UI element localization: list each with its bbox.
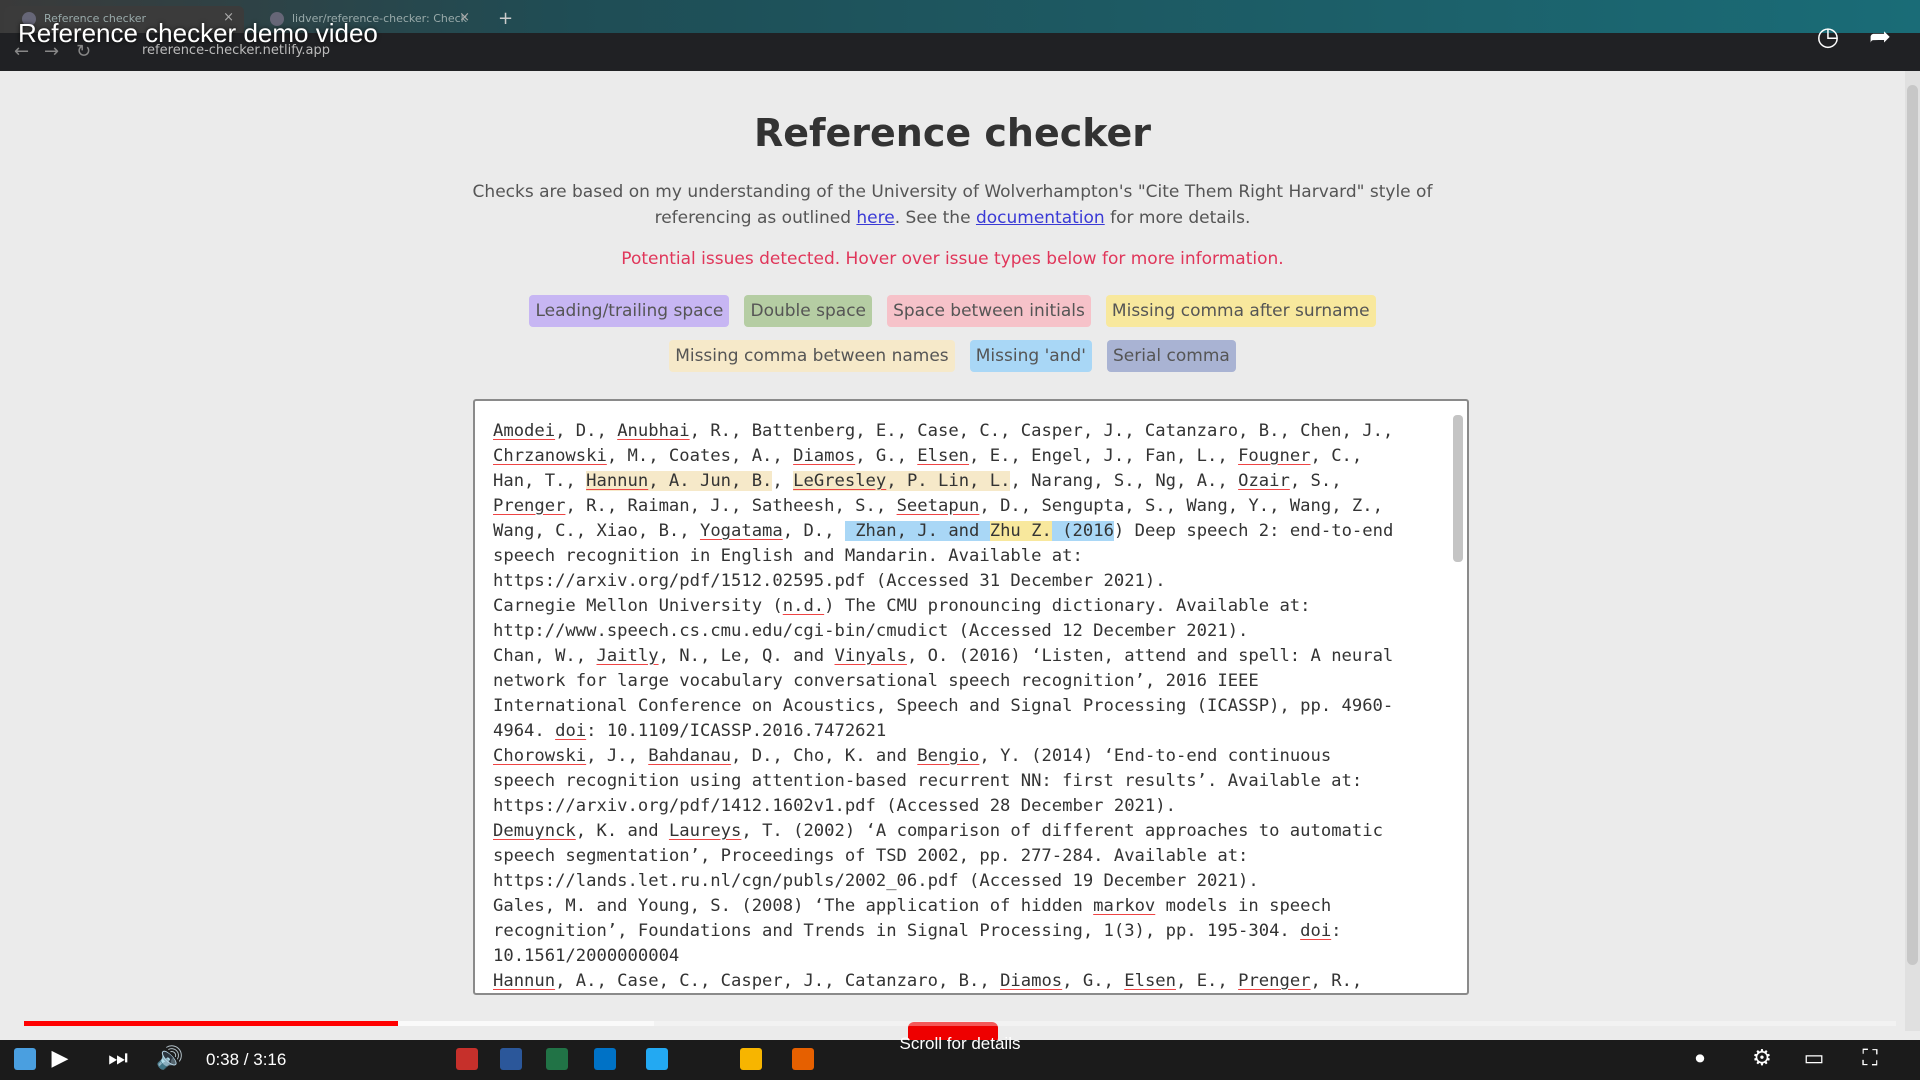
next-icon[interactable]: ⏭ — [100, 1041, 136, 1077]
vscode-icon[interactable] — [646, 1048, 668, 1070]
intro-part: . See the — [894, 208, 976, 228]
tag-missing-comma-between-names[interactable]: Missing comma between names — [669, 340, 955, 372]
volume-icon[interactable]: 🔊 — [152, 1041, 188, 1077]
powerpoint-icon[interactable] — [456, 1048, 478, 1070]
reference-text[interactable]: Amodei, D., Anubhai, R., Battenberg, E.,… — [493, 419, 1443, 993]
scroll-hint[interactable]: Scroll for details — [860, 1034, 1060, 1054]
intro-part: for more details. — [1104, 208, 1251, 228]
tag-missing-comma-after-surname[interactable]: Missing comma after surname — [1105, 295, 1376, 327]
firefox-icon[interactable] — [792, 1048, 814, 1070]
play-icon[interactable]: ▶ — [42, 1041, 78, 1077]
issue-tags-row-2: Missing comma between names Missing 'and… — [0, 340, 1905, 372]
chrome-icon[interactable] — [740, 1048, 762, 1070]
editor-scrollbar[interactable] — [1453, 415, 1463, 562]
tag-space-between-initials[interactable]: Space between initials — [887, 295, 1091, 327]
time-display: 0:38 / 3:16 — [206, 1050, 287, 1069]
settings-icon[interactable]: ⚙ — [1744, 1041, 1780, 1077]
here-link[interactable]: here — [856, 208, 894, 228]
tag-leading-trailing-space[interactable]: Leading/trailing space — [529, 295, 730, 327]
cast-icon[interactable]: ▭ — [1796, 1041, 1832, 1077]
excel-icon[interactable] — [546, 1048, 568, 1070]
word-icon[interactable] — [500, 1048, 522, 1070]
page-scrollbar-thumb[interactable] — [1907, 85, 1918, 965]
windows-icon[interactable] — [14, 1048, 36, 1070]
issue-tags-row-1: Leading/trailing space Double space Spac… — [0, 295, 1905, 327]
watch-later-icon[interactable]: ◷ — [1812, 22, 1844, 54]
outlook-icon[interactable] — [594, 1048, 616, 1070]
close-icon[interactable]: × — [459, 10, 470, 25]
tag-missing-and[interactable]: Missing 'and' — [969, 340, 1092, 372]
progress-played — [24, 1021, 399, 1026]
intro-text: Checks are based on my understanding of … — [470, 179, 1435, 231]
share-icon[interactable]: ➦ — [1864, 22, 1896, 54]
exit-fullscreen-icon[interactable]: ⛶ — [1852, 1041, 1888, 1077]
tag-serial-comma[interactable]: Serial comma — [1107, 340, 1236, 372]
new-tab-button[interactable]: + — [490, 6, 520, 33]
reference-editor[interactable]: Amodei, D., Anubhai, R., Battenberg, E.,… — [473, 399, 1469, 995]
page-title: Reference checker — [753, 111, 1152, 155]
video-title: Reference checker demo video — [18, 18, 378, 48]
tag-double-space[interactable]: Double space — [744, 295, 872, 327]
autoplay-toggle[interactable]: ⏺ — [1680, 1041, 1720, 1077]
documentation-link[interactable]: documentation — [976, 208, 1105, 228]
warning-message: Potential issues detected. Hover over is… — [621, 249, 1284, 269]
